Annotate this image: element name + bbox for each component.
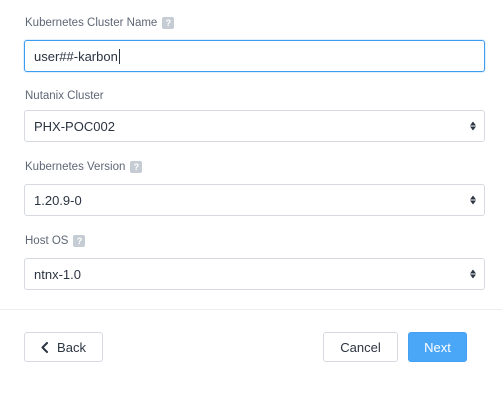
cluster-name-value: user##-karbon — [34, 48, 118, 64]
select-arrows-icon — [470, 195, 476, 205]
host-os-label-text: Host OS — [25, 235, 69, 247]
create-cluster-form: Kubernetes Cluster Name ? user##-karbon … — [0, 0, 502, 413]
chevron-left-icon — [41, 341, 49, 353]
cluster-name-label: Kubernetes Cluster Name ? — [25, 17, 175, 29]
question-icon[interactable]: ? — [130, 161, 143, 173]
k8s-version-label-text: Kubernetes Version — [25, 161, 126, 173]
k8s-version-select[interactable]: 1.20.9-0 — [24, 184, 485, 216]
text-caret — [118, 48, 120, 64]
footer-divider — [0, 309, 502, 310]
next-button-label: Next — [424, 339, 451, 355]
select-arrows-icon — [470, 121, 476, 131]
k8s-version-value: 1.20.9-0 — [34, 192, 82, 208]
question-icon[interactable]: ? — [162, 17, 175, 29]
host-os-value: ntnx-1.0 — [34, 266, 81, 282]
nutanix-cluster-label-text: Nutanix Cluster — [25, 90, 104, 102]
nutanix-cluster-value: PHX-POC002 — [34, 118, 115, 134]
k8s-version-label: Kubernetes Version ? — [25, 161, 143, 173]
back-button-label: Back — [57, 339, 86, 355]
cancel-button[interactable]: Cancel — [323, 332, 398, 362]
nutanix-cluster-label: Nutanix Cluster — [25, 90, 104, 102]
next-button[interactable]: Next — [408, 332, 467, 362]
host-os-label: Host OS ? — [25, 235, 86, 247]
select-arrows-icon — [470, 269, 476, 279]
back-button[interactable]: Back — [24, 332, 103, 362]
nutanix-cluster-select[interactable]: PHX-POC002 — [24, 110, 485, 142]
cluster-name-input[interactable]: user##-karbon — [24, 40, 485, 72]
cancel-button-label: Cancel — [340, 339, 381, 355]
question-icon[interactable]: ? — [73, 235, 86, 247]
host-os-select[interactable]: ntnx-1.0 — [24, 258, 485, 290]
cluster-name-label-text: Kubernetes Cluster Name — [25, 17, 158, 29]
